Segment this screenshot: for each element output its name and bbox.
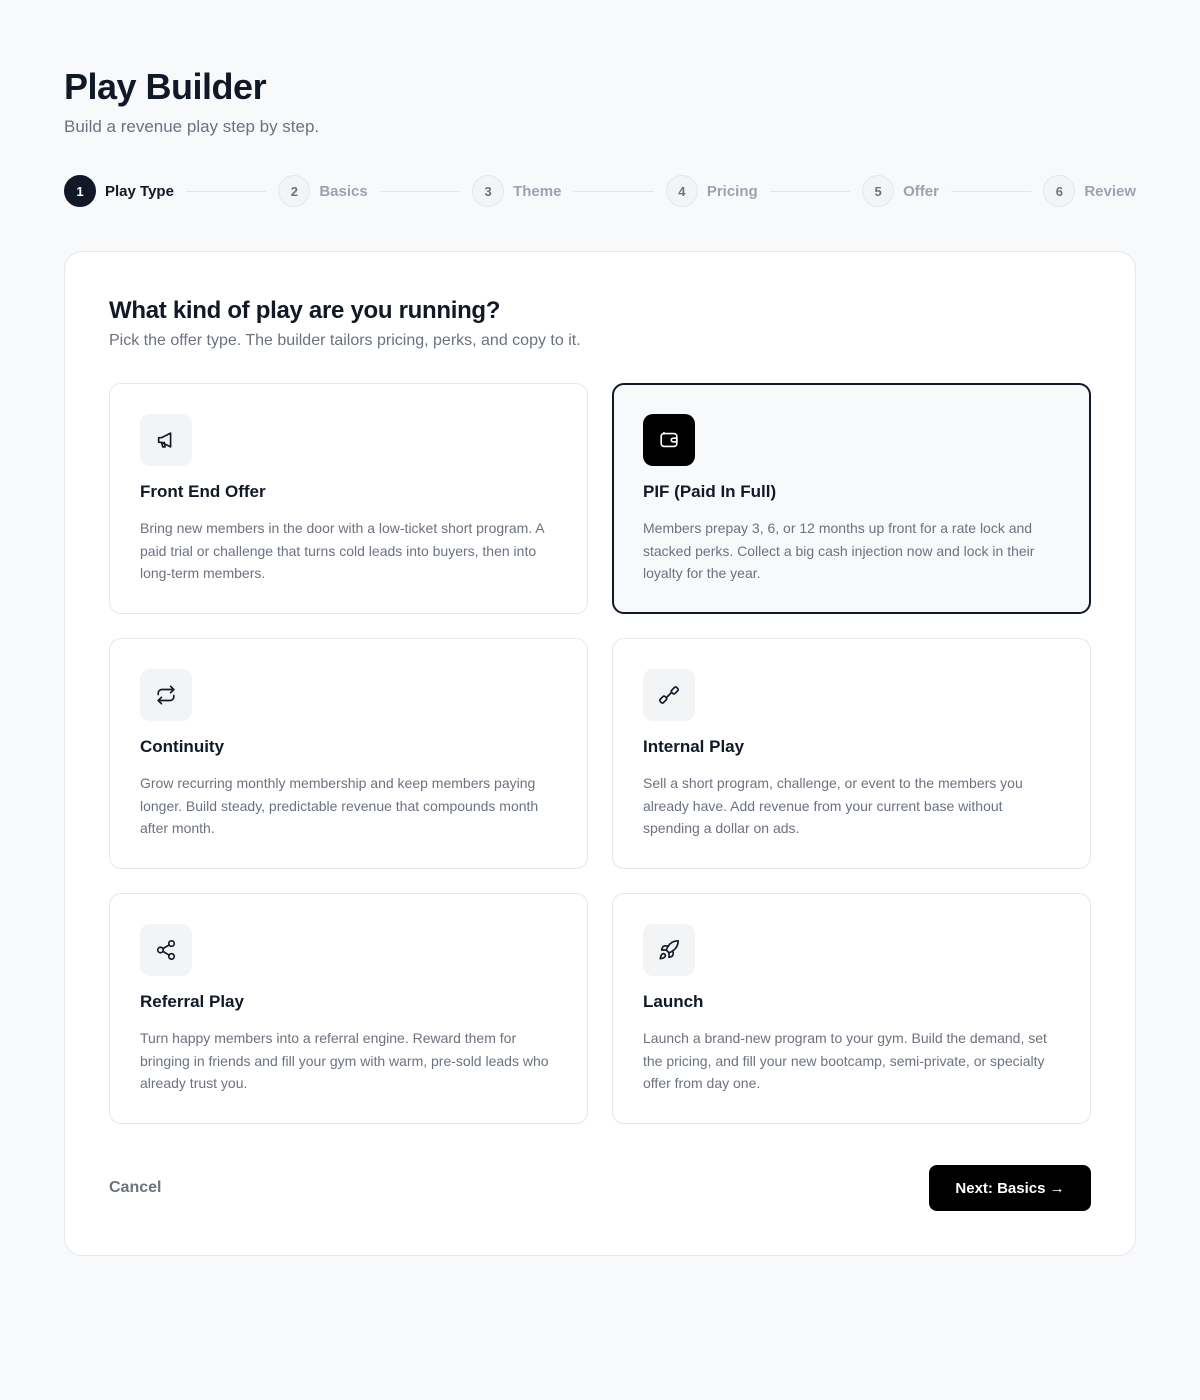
option-description: Members prepay 3, 6, or 12 months up fro…: [643, 520, 1035, 581]
option-card-pif[interactable]: PIF (Paid In Full) Members prepay 3, 6, …: [612, 383, 1091, 614]
step-label: Pricing: [706, 182, 758, 200]
option-card-internal-play[interactable]: Internal Play Sell a short program, chal…: [612, 638, 1091, 869]
option-description: Bring new members in the door with a low…: [140, 520, 544, 581]
option-card-front-end-offer[interactable]: Front End Offer Bring new members in the…: [109, 383, 588, 614]
step-review[interactable]: 6 Review: [1043, 175, 1136, 207]
option-description: Turn happy members into a referral engin…: [140, 1030, 549, 1091]
step-play-type[interactable]: 1 Play Type: [64, 175, 174, 207]
option-title: Launch: [643, 992, 704, 1011]
cancel-button[interactable]: Cancel: [109, 1179, 161, 1197]
next-basics-button[interactable]: Next: Basics →: [929, 1165, 1091, 1211]
step-connector: [185, 190, 267, 192]
option-description: Grow recurring monthly membership and ke…: [140, 775, 539, 836]
step-number: 4: [665, 175, 698, 207]
page-subtitle: Build a revenue play step by step.: [64, 117, 320, 136]
option-card-continuity[interactable]: Continuity Grow recurring monthly member…: [109, 638, 588, 869]
option-title: Internal Play: [643, 737, 745, 756]
step-theme[interactable]: 3 Theme: [472, 175, 561, 207]
step-label: Review: [1084, 182, 1137, 200]
panel-title: What kind of play are you running?: [109, 297, 501, 324]
step-number: 5: [862, 175, 895, 207]
step-connector: [379, 190, 461, 192]
step-label: Offer: [903, 182, 939, 200]
step-number: 3: [472, 175, 505, 207]
option-description: Sell a short program, challenge, or even…: [643, 775, 1023, 836]
option-title: PIF (Paid In Full): [643, 482, 777, 501]
step-label: Theme: [513, 182, 562, 200]
play-type-panel: What kind of play are you running? Pick …: [64, 251, 1136, 1256]
dumbbell-icon: [643, 669, 695, 721]
step-connector: [573, 190, 654, 192]
step-label: Basics: [319, 182, 368, 200]
step-pricing[interactable]: 4 Pricing: [665, 175, 758, 207]
option-description: Launch a brand-new program to your gym. …: [643, 1030, 1047, 1091]
share-icon: [140, 924, 192, 976]
progress-stepper: 1 Play Type 2 Basics 3 Theme 4 Pricing 5…: [64, 175, 1136, 207]
megaphone-icon: [140, 414, 192, 466]
step-connector: [769, 190, 851, 192]
option-title: Front End Offer: [140, 482, 266, 501]
play-type-options: Front End Offer Bring new members in the…: [109, 383, 1091, 1124]
option-title: Continuity: [140, 737, 225, 756]
option-card-referral-play[interactable]: Referral Play Turn happy members into a …: [109, 893, 588, 1124]
page-header: Play Builder Build a revenue play step b…: [64, 66, 319, 138]
option-title: Referral Play: [140, 992, 244, 1011]
step-number: 6: [1043, 175, 1076, 207]
step-label: Play Type: [105, 182, 174, 200]
step-offer[interactable]: 5 Offer: [862, 175, 939, 207]
rocket-icon: [643, 924, 695, 976]
option-card-launch[interactable]: Launch Launch a brand-new program to you…: [612, 893, 1091, 1124]
step-basics[interactable]: 2 Basics: [278, 175, 368, 207]
step-number: 2: [278, 175, 311, 207]
panel-subtitle: Pick the offer type. The builder tailors…: [109, 332, 581, 349]
page-title: Play Builder: [64, 66, 267, 107]
repeat-icon: [140, 669, 192, 721]
step-number: 1: [64, 175, 96, 207]
wallet-icon: [643, 414, 695, 466]
step-connector: [950, 190, 1032, 192]
